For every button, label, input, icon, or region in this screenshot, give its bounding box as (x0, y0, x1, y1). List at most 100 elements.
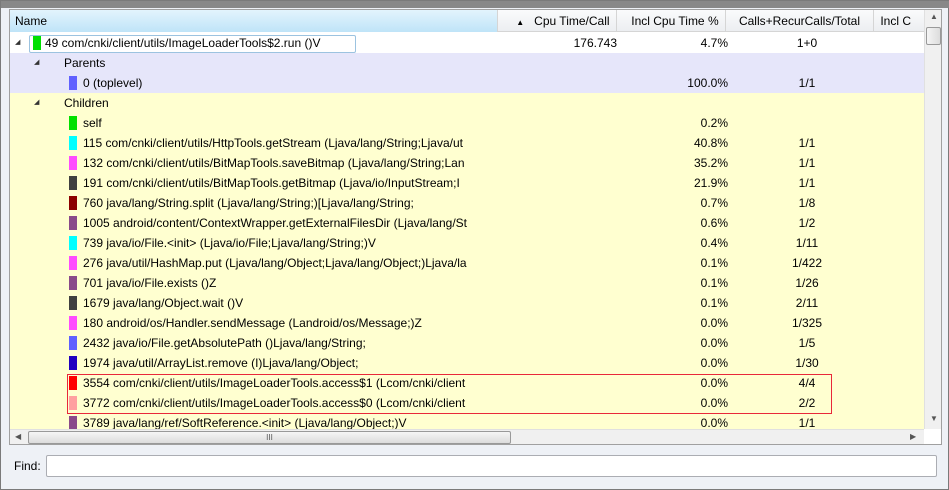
color-swatch (69, 316, 77, 330)
calls-cell: 1/5 (798, 336, 816, 350)
calls-cell: 1/26 (795, 276, 819, 290)
child-row[interactable]: 1679 java/lang/Object.wait ()V 0.1% 2/11 (10, 293, 924, 313)
calls-cell: 1+0 (796, 36, 818, 50)
child-row[interactable]: 276 java/util/HashMap.put (Ljava/lang/Ob… (10, 253, 924, 273)
table-header: Name ▲ Cpu Time/Call Incl Cpu Time % Call… (10, 10, 924, 32)
find-label: Find: (14, 459, 41, 473)
incl-cpu-pct-cell: 40.8% (693, 136, 728, 150)
calls-cell: 1/1 (798, 176, 816, 190)
incl-cpu-pct-cell: 0.0% (700, 356, 728, 370)
incl-cpu-pct-cell: 0.1% (700, 276, 728, 290)
child-row[interactable]: 1005 android/content/ContextWrapper.getE… (10, 213, 924, 233)
calls-cell: 1/11 (795, 236, 819, 250)
column-header-incl-cpu-pct[interactable]: Incl Cpu Time % (617, 10, 726, 32)
column-header-calls[interactable]: Calls+RecurCalls/Total (726, 10, 875, 32)
child-row[interactable]: 1974 java/util/ArrayList.remove (I)Ljava… (10, 353, 924, 373)
color-swatch (69, 416, 77, 429)
child-row[interactable]: 739 java/io/File.<init> (Ljava/io/File;L… (10, 233, 924, 253)
child-row[interactable]: 760 java/lang/String.split (Ljava/lang/S… (10, 193, 924, 213)
row-name: 132 com/cnki/client/utils/BitMapTools.sa… (83, 156, 465, 170)
expand-toggle-icon[interactable]: ◢ (34, 53, 39, 73)
color-swatch (69, 356, 77, 370)
child-row[interactable]: 3789 java/lang/ref/SoftReference.<init> … (10, 413, 924, 429)
table-body: ◢ 49 com/cnki/client/utils/ImageLoaderToo… (10, 33, 924, 429)
row-name: 1679 java/lang/Object.wait ()V (83, 296, 244, 310)
parents-group-row[interactable]: ◢ Parents (10, 53, 924, 73)
child-row[interactable]: 132 com/cnki/client/utils/BitMapTools.sa… (10, 153, 924, 173)
parent-row[interactable]: 0 (toplevel) 100.0% 1/1 (10, 73, 924, 93)
scroll-right-icon[interactable]: ▶ (910, 432, 916, 441)
scroll-left-icon[interactable]: ◀ (15, 432, 21, 441)
calls-cell: 1/422 (791, 256, 823, 270)
child-row[interactable]: 115 com/cnki/client/utils/HttpTools.getS… (10, 133, 924, 153)
row-name: 49 com/cnki/client/utils/ImageLoaderTool… (45, 36, 321, 50)
incl-cpu-pct-cell: 0.2% (700, 116, 728, 130)
incl-cpu-pct-cell: 4.7% (700, 36, 728, 50)
calls-cell: 1/1 (798, 136, 816, 150)
row-name: 0 (toplevel) (83, 76, 143, 90)
calls-cell: 1/30 (795, 356, 819, 370)
calls-cell: 1/1 (798, 416, 816, 429)
child-row[interactable]: 180 android/os/Handler.sendMessage (Land… (10, 313, 924, 333)
incl-cpu-pct-cell: 0.7% (700, 196, 728, 210)
color-swatch (69, 296, 77, 310)
row-name: 180 android/os/Handler.sendMessage (Land… (83, 316, 422, 330)
calls-cell: 1/8 (798, 196, 816, 210)
color-swatch (69, 236, 77, 250)
color-swatch (33, 36, 41, 50)
row-name: Parents (64, 56, 106, 70)
calls-cell: 4/4 (798, 376, 816, 390)
color-swatch (69, 396, 77, 410)
scroll-down-icon[interactable]: ▼ (930, 414, 938, 423)
child-row[interactable]: 191 com/cnki/client/utils/BitMapTools.ge… (10, 173, 924, 193)
incl-cpu-pct-cell: 0.0% (700, 396, 728, 410)
color-swatch (69, 76, 77, 90)
incl-cpu-pct-cell: 0.0% (700, 416, 728, 429)
row-name: 1974 java/util/ArrayList.remove (I)Ljava… (83, 356, 359, 370)
color-swatch (69, 376, 77, 390)
incl-cpu-pct-cell: 0.0% (700, 336, 728, 350)
expand-toggle-icon[interactable]: ◢ (34, 93, 39, 113)
incl-cpu-pct-cell: 35.2% (693, 156, 728, 170)
color-swatch (69, 116, 77, 130)
row-name: 115 com/cnki/client/utils/HttpTools.getS… (83, 136, 463, 150)
horizontal-scrollbar[interactable]: ◀ III ▶ (10, 429, 924, 444)
incl-cpu-pct-cell: 21.9% (693, 176, 728, 190)
vertical-scrollbar[interactable]: ▲ ▼ (924, 10, 941, 429)
row-name: 1005 android/content/ContextWrapper.getE… (83, 216, 467, 230)
window-top-border (1, 1, 949, 8)
calls-cell: 2/2 (798, 396, 816, 410)
color-swatch (69, 136, 77, 150)
selected-method-row[interactable]: ◢ 49 com/cnki/client/utils/ImageLoaderToo… (10, 33, 924, 53)
column-header-name[interactable]: Name (10, 10, 498, 32)
expand-toggle-icon[interactable]: ◢ (15, 33, 20, 53)
vertical-scroll-thumb[interactable] (926, 27, 941, 45)
child-row[interactable]: 3554 com/cnki/client/utils/ImageLoaderTo… (10, 373, 924, 393)
profiler-window: Name ▲ Cpu Time/Call Incl Cpu Time % Call… (0, 0, 949, 490)
scroll-up-icon[interactable]: ▲ (930, 12, 938, 21)
child-row[interactable]: 701 java/io/File.exists ()Z 0.1% 1/26 (10, 273, 924, 293)
child-row[interactable]: self 0.2% (10, 113, 924, 133)
find-input[interactable] (46, 455, 937, 477)
color-swatch (69, 216, 77, 230)
row-name: 191 com/cnki/client/utils/BitMapTools.ge… (83, 176, 460, 190)
color-swatch (69, 336, 77, 350)
horizontal-scroll-thumb[interactable]: III (28, 431, 511, 444)
incl-cpu-pct-cell: 0.1% (700, 296, 728, 310)
color-swatch (69, 256, 77, 270)
row-name: 3789 java/lang/ref/SoftReference.<init> … (83, 416, 407, 429)
column-header-incl-more[interactable]: Incl C (874, 10, 924, 32)
row-name: 739 java/io/File.<init> (Ljava/io/File;L… (83, 236, 376, 250)
child-row[interactable]: 2432 java/io/File.getAbsolutePath ()Ljav… (10, 333, 924, 353)
color-swatch (69, 156, 77, 170)
incl-cpu-pct-cell: 0.4% (700, 236, 728, 250)
children-group-row[interactable]: ◢ Children (10, 93, 924, 113)
child-row[interactable]: 3772 com/cnki/client/utils/ImageLoaderTo… (10, 393, 924, 413)
incl-cpu-pct-cell: 0.0% (700, 376, 728, 390)
column-header-cpu-time-call[interactable]: ▲ Cpu Time/Call (498, 10, 617, 32)
row-name: Children (64, 96, 109, 110)
row-name: 3772 com/cnki/client/utils/ImageLoaderTo… (83, 396, 466, 410)
row-name: 276 java/util/HashMap.put (Ljava/lang/Ob… (83, 256, 467, 270)
color-swatch (69, 196, 77, 210)
cpu-time-call-cell: 176.743 (573, 36, 617, 50)
